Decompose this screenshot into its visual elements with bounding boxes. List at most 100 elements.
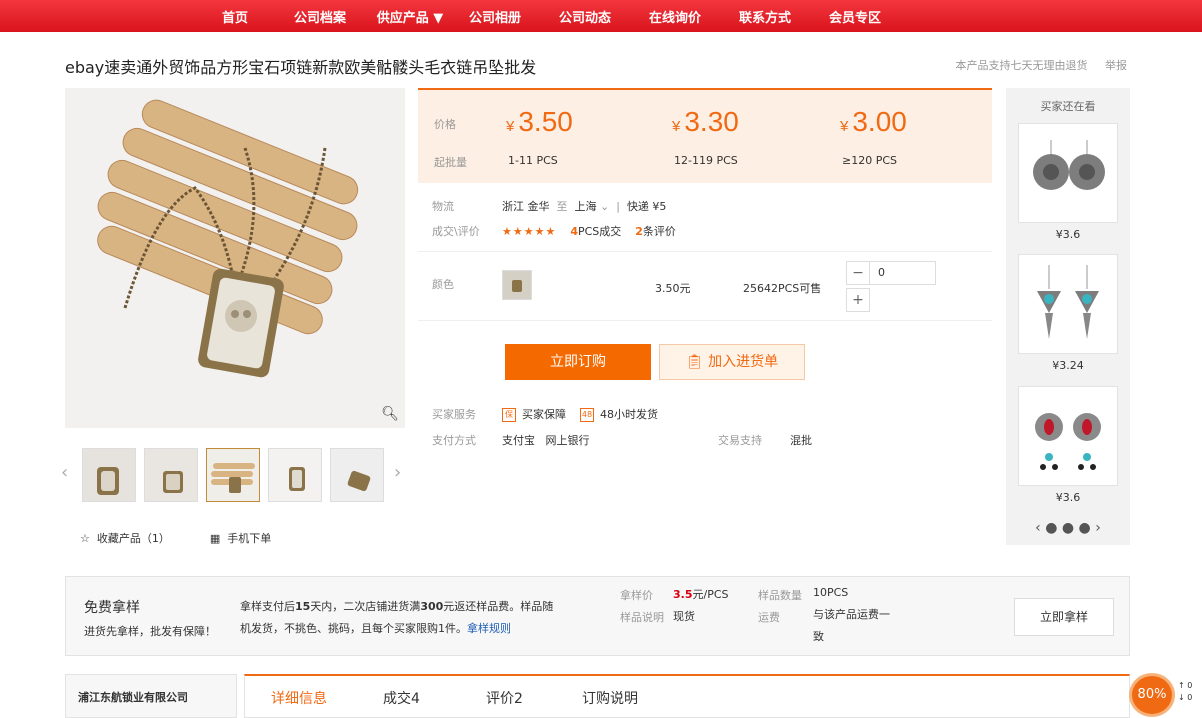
report-link[interactable]: 举报 [1105, 59, 1127, 72]
trade-value: 混批 [790, 434, 812, 447]
qr-code-icon: ▦ [209, 532, 221, 545]
zoom-icon[interactable]: 🔍︎ [381, 406, 399, 422]
deal-count-suffix[interactable]: PCS成交 [578, 225, 621, 238]
chevron-down-icon[interactable]: ⌄ [600, 200, 609, 213]
nav-products[interactable]: 供应产品 ▼ [370, 0, 450, 32]
mobile-order-label: 手机下单 [227, 532, 272, 545]
sample-price-label: 拿样价 [620, 589, 653, 602]
review-suffix[interactable]: 条评价 [643, 225, 676, 238]
price-value: 3.00 [852, 106, 907, 137]
sample-price-value: 3.5 [673, 588, 693, 601]
tab-order-notes[interactable]: 订购说明 [582, 688, 638, 708]
qty-tier-1: 1-11 PCS [508, 154, 558, 167]
ship-48h[interactable]: 48小时发货 [600, 408, 658, 421]
mobile-order[interactable]: ▦ 手机下单 [210, 530, 271, 546]
currency-symbol: ¥ [506, 118, 515, 135]
return-policy-text: 本产品支持七天无理由退货 [955, 59, 1088, 72]
necklace-image [65, 88, 405, 428]
sample-subtitle: 进货先拿样，批发有保障！ [84, 625, 216, 638]
qty-tier-2: 12-119 PCS [674, 154, 738, 167]
deal-count: 4 [570, 225, 578, 238]
tab-details[interactable]: 详细信息 [271, 688, 327, 708]
rating-stars: ★★★★★ [502, 225, 557, 238]
network-speed: ↑ 0 ↓ 0 [1178, 680, 1192, 704]
also-viewed-price-1: ¥3.6 [1055, 228, 1081, 241]
tab-reviews[interactable]: 评价2 [486, 688, 523, 708]
add-to-cart-label: 加入进货单 [708, 354, 779, 370]
speed-badge[interactable]: 80% [1129, 673, 1175, 717]
plus-button[interactable]: + [846, 288, 870, 312]
minus-button[interactable]: − [846, 261, 870, 285]
guarantee-icon: 保 [502, 408, 516, 422]
company-card: 浦江东航锁业有限公司 [65, 674, 237, 718]
review-count: 2 [635, 225, 643, 238]
color-swatch[interactable] [502, 270, 532, 300]
price-label: 价格 [434, 118, 456, 131]
currency-symbol: ¥ [840, 118, 849, 135]
payment-methods: 支付宝 网上银行 [502, 434, 590, 447]
nav-news[interactable]: 公司动态 [540, 0, 630, 32]
get-sample-button[interactable]: 立即拿样 [1014, 598, 1114, 636]
qty-tier-3: ≥120 PCS [842, 154, 898, 167]
price-box: 价格 起批量 ¥3.50 ¥3.30 ¥3.00 1-11 PCS 12-119… [418, 88, 992, 183]
ship-from: 浙江 金华 [502, 200, 550, 213]
sample-qty-label: 样品数量 [758, 589, 802, 602]
to-word: 至 [556, 200, 568, 213]
top-nav: 首页 公司档案 供应产品 ▼ 公司相册 公司动态 在线询价 联系方式 会员专区 [200, 0, 900, 32]
sample-ship: 与该产品运费一致 [813, 608, 890, 643]
desc-text: 拿样支付后 [240, 600, 295, 613]
nav-inquiry[interactable]: 在线询价 [630, 0, 720, 32]
also-viewed-item-3[interactable] [1018, 386, 1118, 486]
main-product-image[interactable]: 🔍︎ [65, 88, 405, 428]
price-tier-2: ¥3.30 [672, 106, 739, 138]
nav-home[interactable]: 首页 [200, 0, 270, 32]
price-tier-3: ¥3.00 [840, 106, 907, 138]
shipping-48h-icon: 48 [580, 408, 594, 422]
also-viewed-item-2[interactable] [1018, 254, 1118, 354]
color-label-text: 颜色 [432, 278, 454, 291]
quantity-input[interactable]: 0 [870, 261, 936, 285]
thumbnail-1[interactable] [82, 448, 136, 502]
sample-ship-label: 运费 [758, 611, 780, 624]
free-sample-bar: 免费拿样 进货先拿样，批发有保障！ 拿样支付后15天内，二次店铺进货满300元返… [65, 576, 1130, 656]
thumbnail-5[interactable] [330, 448, 384, 502]
add-to-cart-button[interactable]: 📋︎ 加入进货单 [659, 344, 805, 380]
nav-company-profile[interactable]: 公司档案 [270, 0, 370, 32]
thumb-prev-icon[interactable]: ‹ [61, 462, 68, 483]
thumbnail-3[interactable] [206, 448, 260, 502]
tab-deals[interactable]: 成交4 [383, 688, 420, 708]
buyer-guarantee[interactable]: 买家保障 [522, 408, 566, 421]
order-now-button[interactable]: 立即订购 [505, 344, 651, 380]
ship-to-select[interactable]: 上海 [575, 200, 597, 213]
logistics-info: 浙江 金华 至 上海 ⌄ | 快递 ¥5 [502, 200, 667, 213]
logistics-label: 物流 [432, 200, 454, 213]
star-outline-icon: ☆ [80, 532, 90, 545]
collect-product[interactable]: ☆ 收藏产品（1） [80, 530, 170, 546]
service-items: 保买家保障 48 48小时发货 [502, 406, 658, 422]
nav-album[interactable]: 公司相册 [450, 0, 540, 32]
variant-price: 3.50元 [655, 282, 691, 295]
desc-text: 天内，二次店铺进货满 [310, 600, 421, 613]
nav-contact[interactable]: 联系方式 [720, 0, 810, 32]
service-row: 买家服务 保买家保障 48 48小时发货 [432, 406, 658, 422]
sample-rules-link[interactable]: 拿样规则 [467, 622, 511, 635]
thumb-next-icon[interactable]: › [394, 462, 401, 483]
product-title: ebay速卖通外贸饰品方形宝石项链新款欧美骷髅头毛衣链吊坠批发 [65, 58, 537, 77]
deal-row: 成交\评价 ★★★★★ 4PCS成交 2条评价 [432, 223, 676, 239]
also-viewed-price-3: ¥3.6 [1055, 491, 1081, 504]
payment-row: 支付方式 支付宝 网上银行 交易支持 混批 [432, 432, 812, 448]
company-name[interactable]: 浦江东航锁业有限公司 [78, 689, 188, 705]
download-speed: ↓ 0 [1178, 693, 1193, 702]
carousel-pager[interactable]: ‹ ● ● ● › [1006, 520, 1130, 536]
thumbnail-4[interactable] [268, 448, 322, 502]
sample-price: 3.5元/PCS [673, 586, 729, 602]
also-viewed-item-1[interactable] [1018, 123, 1118, 223]
variant-stock: 25642PCS可售 [743, 282, 822, 295]
price-value: 3.30 [684, 106, 739, 137]
deal-label: 成交\评价 [432, 225, 480, 238]
payment-label: 支付方式 [432, 434, 476, 447]
thumbnail-2[interactable] [144, 448, 198, 502]
nav-member[interactable]: 会员专区 [810, 0, 900, 32]
sample-price-unit: 元/PCS [692, 588, 729, 601]
desc-days: 15 [295, 600, 311, 613]
